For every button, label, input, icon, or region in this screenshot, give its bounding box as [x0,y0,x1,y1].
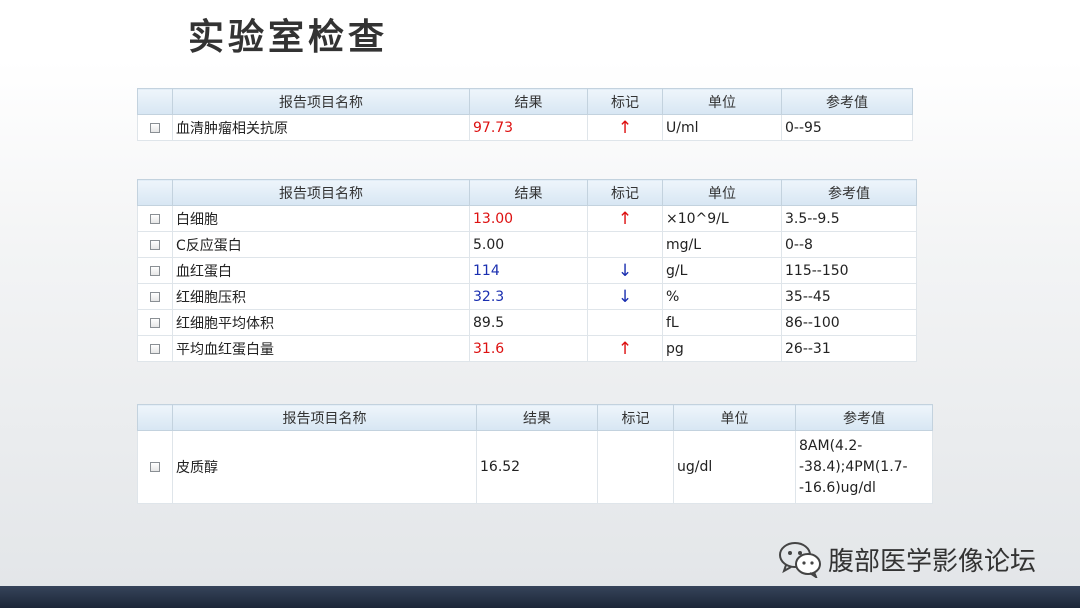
test-result: 32.3 [469,283,588,310]
column-header-result[interactable]: 结果 [476,404,598,431]
test-unit: ×10^9/L [662,205,782,232]
checkbox-icon[interactable] [150,265,160,276]
test-reference: 0--95 [781,114,913,141]
test-result: 13.00 [469,205,588,232]
test-name: 红细胞平均体积 [172,309,470,336]
column-header-unit[interactable]: 单位 [662,179,782,206]
column-header-reference[interactable]: 参考值 [781,179,917,206]
test-name: C反应蛋白 [172,231,470,258]
column-header-name[interactable]: 报告项目名称 [172,179,470,206]
table-row[interactable]: 红细胞平均体积 89.5 fL 86--100 [137,309,917,336]
checkbox-icon[interactable] [150,213,160,224]
column-header-unit[interactable]: 单位 [662,88,782,115]
test-reference: 35--45 [781,283,917,310]
test-reference: 26--31 [781,335,917,362]
checkbox-icon[interactable] [150,239,160,250]
column-header-reference[interactable]: 参考值 [795,404,933,431]
column-header-result[interactable]: 结果 [469,88,588,115]
table-row[interactable]: 皮质醇 16.52 ug/dl 8AM(4.2--38.4);4PM(1.7--… [137,430,933,504]
column-header-name[interactable]: 报告项目名称 [172,88,470,115]
column-header-reference[interactable]: 参考值 [781,88,913,115]
column-header-unit[interactable]: 单位 [673,404,796,431]
test-name: 平均血红蛋白量 [172,335,470,362]
column-header-flag[interactable]: 标记 [587,179,663,206]
checkbox-icon[interactable] [150,122,160,133]
test-reference: 0--8 [781,231,917,258]
select-column-header [137,404,173,431]
lab-table-blood-routine: 报告项目名称 结果 标记 单位 参考值 白细胞 13.00 ↑ ×10^9/L … [137,179,917,362]
table-header-row: 报告项目名称 结果 标记 单位 参考值 [137,88,913,115]
arrow-down-icon: ↓ [587,257,663,284]
table-row[interactable]: 红细胞压积 32.3 ↓ % 35--45 [137,283,917,310]
test-reference: 86--100 [781,309,917,336]
test-flag [587,309,663,336]
checkbox-icon[interactable] [150,343,160,354]
page-title: 实验室检查 [188,16,389,58]
test-result: 89.5 [469,309,588,336]
watermark-text: 腹部医学影像论坛 [828,546,1037,577]
arrow-up-icon: ↑ [587,114,663,141]
test-name: 白细胞 [172,205,470,232]
arrow-down-icon: ↓ [587,283,663,310]
test-name: 皮质醇 [172,430,477,504]
test-name: 血清肿瘤相关抗原 [172,114,470,141]
table-row[interactable]: 白细胞 13.00 ↑ ×10^9/L 3.5--9.5 [137,205,917,232]
test-unit: U/ml [662,114,782,141]
table-row[interactable]: C反应蛋白 5.00 mg/L 0--8 [137,231,917,258]
test-unit: % [662,283,782,310]
footer-bar [0,586,1080,608]
test-result: 31.6 [469,335,588,362]
test-unit: ug/dl [673,430,796,504]
table-header-row: 报告项目名称 结果 标记 单位 参考值 [137,404,933,431]
test-flag [587,231,663,258]
checkbox-icon[interactable] [150,462,160,472]
test-unit: mg/L [662,231,782,258]
table-row[interactable]: 平均血红蛋白量 31.6 ↑ pg 26--31 [137,335,917,362]
column-header-flag[interactable]: 标记 [587,88,663,115]
test-result: 114 [469,257,588,284]
wechat-icon [779,542,821,578]
select-column-header [137,88,173,115]
test-result: 5.00 [469,231,588,258]
test-unit: pg [662,335,782,362]
test-reference: 3.5--9.5 [781,205,917,232]
arrow-up-icon: ↑ [587,205,663,232]
test-flag [597,430,674,504]
test-unit: fL [662,309,782,336]
checkbox-icon[interactable] [150,317,160,328]
test-unit: g/L [662,257,782,284]
column-header-flag[interactable]: 标记 [597,404,674,431]
select-column-header [137,179,173,206]
test-name: 血红蛋白 [172,257,470,284]
arrow-up-icon: ↑ [587,335,663,362]
column-header-name[interactable]: 报告项目名称 [172,404,477,431]
watermark: 腹部医学影像论坛 [778,540,1036,578]
lab-table-cortisol: 报告项目名称 结果 标记 单位 参考值 皮质醇 16.52 ug/dl 8AM(… [137,404,933,504]
test-reference: 8AM(4.2--38.4);4PM(1.7--16.6)ug/dl [795,430,933,504]
test-reference: 115--150 [781,257,917,284]
test-result: 97.73 [469,114,588,141]
column-header-result[interactable]: 结果 [469,179,588,206]
table-header-row: 报告项目名称 结果 标记 单位 参考值 [137,179,917,206]
test-result: 16.52 [476,430,598,504]
lab-table-tumor-marker: 报告项目名称 结果 标记 单位 参考值 血清肿瘤相关抗原 97.73 ↑ U/m… [137,88,913,141]
checkbox-icon[interactable] [150,291,160,302]
table-row[interactable]: 血红蛋白 114 ↓ g/L 115--150 [137,257,917,284]
table-row[interactable]: 血清肿瘤相关抗原 97.73 ↑ U/ml 0--95 [137,114,913,141]
test-name: 红细胞压积 [172,283,470,310]
